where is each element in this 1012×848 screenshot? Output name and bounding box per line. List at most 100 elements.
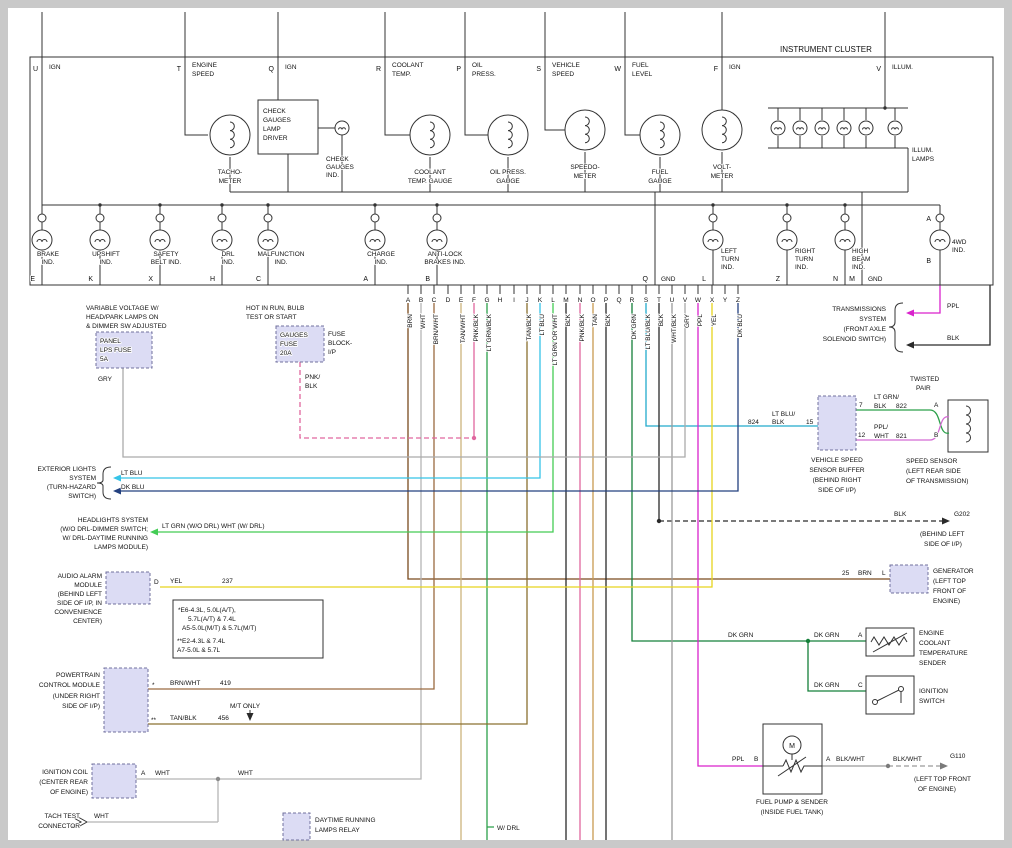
wire-label: BLK: [772, 419, 785, 426]
component-label: GAUGES: [326, 164, 354, 171]
component-label: OF TRANSMISSION): [906, 478, 968, 485]
wire-label: BLK: [874, 403, 887, 410]
pin-label: IGN: [729, 64, 741, 71]
gauge-label: TEMP. GAUGE: [408, 178, 453, 185]
pin-letter: U: [33, 66, 38, 73]
indicator-label: BRAKES IND.: [424, 259, 465, 266]
component-label: SENSOR BUFFER: [809, 467, 865, 474]
oil-press-gauge-icon: [488, 115, 528, 155]
wiring-diagram: INSTRUMENT CLUSTER U IGN T ENGINE SPEED …: [0, 0, 1012, 848]
component-label: OF ENGINE): [50, 789, 88, 796]
illum-lamp-icon: [815, 121, 829, 135]
illum-lamp-icon: [888, 121, 902, 135]
wire-color-label: TAN: [592, 314, 599, 327]
pin-letter: Q: [643, 276, 649, 283]
pin-label: PRESS.: [472, 71, 496, 78]
gauge-label: METER: [711, 173, 734, 180]
wire-color-label: PNK/BLK: [579, 313, 586, 341]
circuit-number: 456: [218, 715, 229, 722]
system-label: HEADLIGHTS SYSTEM: [78, 517, 148, 524]
pin-label: FUEL: [632, 62, 649, 69]
audio-alarm-module-box: [106, 572, 150, 604]
gnd-label: GND: [661, 276, 676, 283]
indicator-label: TURN: [721, 256, 739, 263]
pin-label: LEVEL: [632, 71, 653, 78]
gauge-label: METER: [574, 173, 597, 180]
indicator-label: HIGH: [852, 248, 869, 255]
note-text: PAIR: [916, 385, 931, 392]
note-text: A7-5.0L & 5.7L: [177, 647, 221, 654]
note-text: *E6-4.3L, 5.0L(A/T),: [178, 607, 236, 614]
indicator-label: IND.: [275, 259, 288, 266]
wire-label: BLK: [305, 383, 318, 390]
wire-label: LT GRN (W/O DRL) WHT (W/ DRL): [162, 523, 265, 530]
pin-label: IGN: [49, 64, 61, 71]
circuit-number: 821: [896, 433, 907, 440]
component-label: I/P: [328, 349, 336, 356]
system-label: SWITCH): [68, 493, 96, 500]
wire-label: YEL: [170, 578, 183, 585]
wire-label: LT GRN/: [874, 394, 899, 401]
motor-symbol-label: M: [789, 743, 795, 750]
indicator-label: IND.: [852, 264, 865, 271]
pin-letter: B: [926, 258, 931, 265]
pin-letter: A: [141, 770, 146, 777]
connector-letter: M: [563, 297, 568, 304]
gauge-label: GAUGE: [648, 178, 672, 185]
component-label: (LEFT TOP FRONT: [914, 776, 971, 783]
pin-label: ENGINE: [192, 62, 218, 69]
indicator-label: 4WD: [952, 239, 967, 246]
pin-letter: A: [934, 402, 939, 409]
wire-label: TAN/BLK: [170, 715, 197, 722]
note-text: VARIABLE VOLTAGE W/: [86, 305, 159, 312]
pin-label: OIL: [472, 62, 483, 69]
component-label: AUDIO ALARM: [58, 573, 102, 580]
pin-letter: N: [833, 276, 838, 283]
pin-letter: B: [934, 432, 938, 439]
wire-label: GRY: [98, 376, 113, 383]
system-label: W/ DRL-DAYTIME RUNNING: [63, 535, 148, 542]
component-label: FUEL PUMP & SENDER: [756, 799, 828, 806]
component-label: GAUGES: [280, 332, 308, 339]
component-label: (LEFT REAR SIDE: [906, 468, 961, 475]
indicator-label: IND.: [375, 259, 388, 266]
component-label: CENTER): [73, 618, 102, 625]
connector-letter: Y: [723, 297, 728, 304]
wire-label: PNK/: [305, 374, 320, 381]
component-label: SIDE OF I/P): [62, 703, 100, 710]
component-label: TEMPERATURE: [919, 650, 968, 657]
circuit-number: 25: [842, 570, 850, 577]
note-text: TWISTED: [910, 376, 940, 383]
indicator-label: RIGHT: [795, 248, 815, 255]
gnd-label: GND: [868, 276, 883, 283]
connector-letter: I: [513, 297, 515, 304]
wire-color-label: LT GRN/BLK: [486, 313, 493, 351]
connector-letter: G: [484, 297, 489, 304]
pin-letter: V: [876, 66, 881, 73]
component-label: CHECK: [326, 156, 349, 163]
indicator-label: UPSHIFT: [92, 251, 120, 258]
component-label: DRIVER: [263, 135, 288, 142]
illum-lamp-icon: [793, 121, 807, 135]
gauge-label: GAUGE: [496, 178, 520, 185]
pin-letter: 15: [806, 419, 814, 426]
pcm-box: [104, 668, 148, 732]
wire-label: BRN: [858, 570, 872, 577]
component-label: SENDER: [919, 660, 946, 667]
wire-color-label: TAN/WHT: [460, 314, 467, 343]
connector-letter: T: [657, 297, 661, 304]
gauge-label: SPEEDO-: [570, 164, 599, 171]
component-label: MODULE: [74, 582, 102, 589]
pin-letter: L: [882, 570, 886, 577]
connector-letter: K: [538, 297, 543, 304]
component-label: VEHICLE SPEED: [811, 457, 863, 464]
wire-label: BLK/WHT: [893, 756, 922, 763]
component-label: (CENTER REAR: [39, 779, 88, 786]
component-label: (BEHIND LEFT: [920, 531, 964, 538]
illum-lamp-icon: [771, 121, 785, 135]
wire-label: PPL/: [874, 424, 888, 431]
connector-letter: J: [525, 297, 528, 304]
pin-letter: A: [858, 632, 863, 639]
pin-letter: P: [456, 66, 461, 73]
connector-letter: Q: [616, 297, 621, 304]
